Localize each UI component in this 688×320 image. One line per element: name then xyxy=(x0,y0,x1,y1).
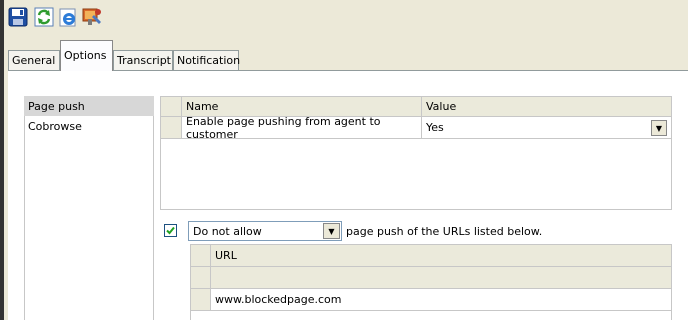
setting-value-select[interactable]: Yes xyxy=(422,117,671,139)
tools-icon xyxy=(82,8,101,25)
url-row-selector[interactable] xyxy=(191,289,211,311)
tab-general[interactable]: General xyxy=(8,50,60,70)
url-row-selector[interactable] xyxy=(191,267,211,289)
page-push-description-text: page push of the URLs listed below. xyxy=(346,224,543,238)
tab-general-label: General xyxy=(12,54,56,67)
url-cell[interactable]: www.blockedpage.com xyxy=(211,289,671,311)
nav-item-page-push[interactable]: Page push xyxy=(24,96,154,116)
browser-button[interactable] xyxy=(58,7,78,27)
refresh-button[interactable] xyxy=(34,7,54,27)
allow-mode-dropdown-button[interactable]: ▼ xyxy=(323,223,340,239)
setting-name: Enable page pushing from agent to custom… xyxy=(186,114,381,141)
tab-notification-label: Notification xyxy=(177,54,241,67)
tab-options-label: Options xyxy=(64,49,107,62)
window-edge xyxy=(0,0,4,320)
url-cell[interactable] xyxy=(211,267,671,289)
tools-button[interactable] xyxy=(82,7,102,27)
tab-transcript[interactable]: Transcript xyxy=(113,50,173,70)
save-button[interactable] xyxy=(8,7,28,27)
column-header-label: URL xyxy=(215,249,237,262)
value-dropdown-button[interactable]: ▼ xyxy=(651,120,667,136)
tab-options[interactable]: Options xyxy=(60,40,113,71)
enable-page-push-checkbox[interactable] xyxy=(164,224,177,237)
nav-item-label: Cobrowse xyxy=(28,119,82,133)
url-value: www.blockedpage.com xyxy=(215,293,342,306)
save-icon xyxy=(8,7,28,27)
checkmark-icon xyxy=(166,226,175,235)
url-grid-corner xyxy=(191,245,211,267)
grid-corner-header xyxy=(161,97,182,117)
column-header-url[interactable]: URL xyxy=(211,245,671,267)
nav-item-label: Page push xyxy=(28,99,85,113)
tab-notification[interactable]: Notification xyxy=(173,50,241,70)
setting-name-cell: Enable page pushing from agent to custom… xyxy=(182,114,422,141)
allow-mode-select[interactable]: Do not allow xyxy=(188,221,342,241)
tab-transcript-label: Transcript xyxy=(117,54,171,67)
row-selector[interactable] xyxy=(161,117,182,139)
browser-icon xyxy=(59,8,76,27)
column-header-label: Value xyxy=(426,100,457,113)
chevron-down-icon: ▼ xyxy=(328,226,335,236)
setting-value: Yes xyxy=(426,121,444,134)
nav-item-cobrowse[interactable]: Cobrowse xyxy=(24,116,154,136)
column-header-value[interactable]: Value xyxy=(422,97,671,117)
refresh-icon xyxy=(34,7,54,27)
column-header-label: Name xyxy=(186,100,219,113)
page-push-description: page push of the URLs listed below. xyxy=(346,223,542,239)
allow-mode-value: Do not allow xyxy=(193,224,262,238)
chevron-down-icon: ▼ xyxy=(655,123,663,133)
